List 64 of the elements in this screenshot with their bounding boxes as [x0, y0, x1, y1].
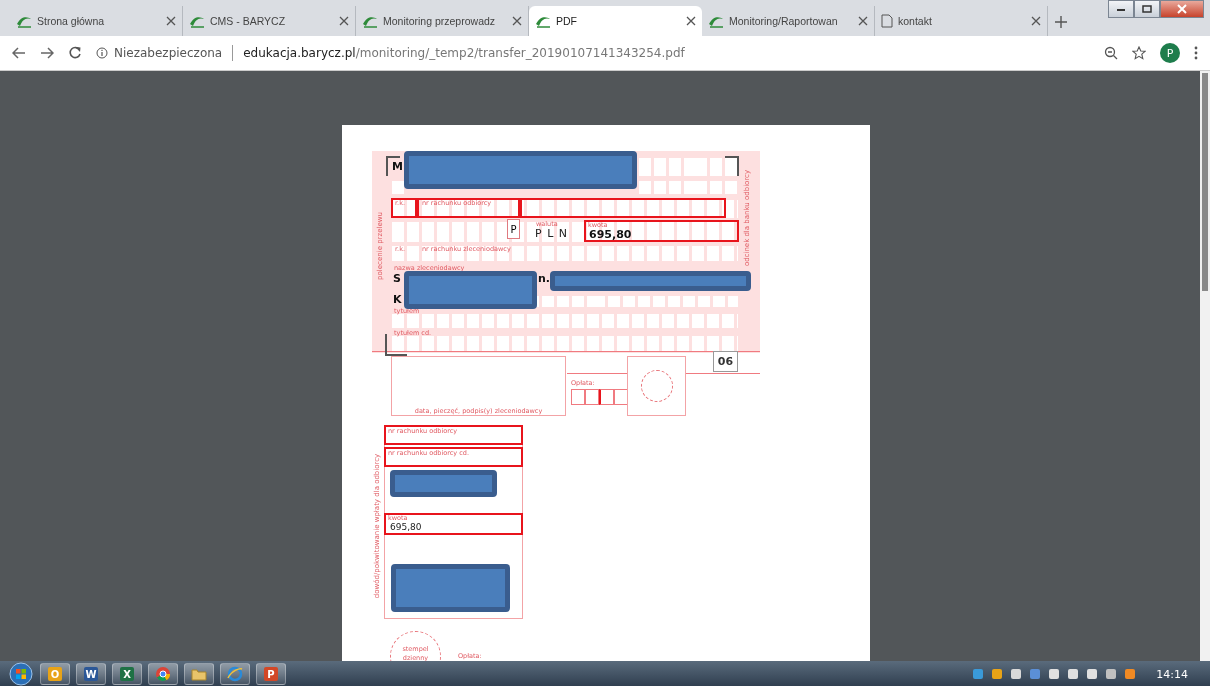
close-icon[interactable] — [686, 16, 696, 26]
back-arrow-icon[interactable] — [12, 47, 26, 59]
tray-icon[interactable] — [1029, 668, 1042, 680]
security-label: Niezabezpieczona — [114, 46, 223, 60]
swoosh-favicon-icon — [362, 14, 378, 28]
close-icon[interactable] — [512, 16, 522, 26]
tray-icon[interactable] — [1124, 668, 1137, 680]
form-code: 06 — [713, 351, 738, 372]
chrome-logo-icon — [155, 666, 171, 682]
tray-icon[interactable] — [972, 668, 985, 680]
minimize-button[interactable] — [1108, 0, 1134, 18]
close-icon[interactable] — [166, 16, 176, 26]
document-icon — [881, 14, 893, 28]
corner-mark — [386, 156, 400, 176]
taskbar-app-button[interactable]: W — [76, 663, 106, 685]
form-field: P — [507, 219, 520, 239]
name-text: M — [392, 161, 403, 172]
amount-text: 695,80 — [390, 522, 422, 532]
amount-text: 695,80 — [589, 229, 632, 240]
new-tab-icon[interactable] — [1054, 15, 1068, 29]
clock-text: 14:14 — [1156, 667, 1188, 681]
maximize-button[interactable] — [1134, 0, 1160, 18]
swoosh-favicon-icon — [535, 14, 551, 28]
swoosh-favicon-icon — [16, 14, 32, 28]
close-icon[interactable] — [858, 16, 868, 26]
minimize-icon — [1116, 6, 1126, 12]
close-icon[interactable] — [339, 16, 349, 26]
zoom-icon[interactable] — [1104, 46, 1118, 60]
forward-arrow-icon[interactable] — [40, 47, 54, 59]
tray-icon[interactable] — [991, 668, 1004, 680]
taskbar-app-button[interactable] — [184, 663, 214, 685]
tray-icon[interactable] — [1010, 668, 1023, 680]
corner-mark — [725, 156, 739, 176]
swoosh-favicon-icon — [189, 14, 205, 28]
tray-icon[interactable] — [1105, 668, 1118, 680]
profile-avatar[interactable]: P — [1160, 43, 1180, 63]
address-field[interactable]: edukacja.barycz.pl/monitoring/_temp2/transfer_20190107141343254.pdf — [243, 46, 685, 60]
folder-icon — [191, 667, 207, 681]
maximize-icon — [1142, 5, 1152, 13]
taskbar-app-button[interactable] — [220, 663, 250, 685]
swoosh-favicon-icon — [708, 14, 724, 28]
currency-text: P L N — [535, 227, 568, 240]
browser-tab[interactable]: PDF — [529, 6, 702, 36]
name-text: n. — [538, 273, 550, 284]
close-icon — [1177, 4, 1187, 14]
scrollbar[interactable] — [1200, 71, 1210, 661]
taskbar-app-button[interactable] — [148, 663, 178, 685]
input-cells — [392, 181, 404, 194]
stamp-box — [627, 356, 686, 416]
star-icon[interactable] — [1132, 46, 1146, 60]
tray-icon[interactable] — [1086, 668, 1099, 680]
menu-icon[interactable] — [1194, 46, 1198, 60]
info-icon[interactable] — [96, 47, 108, 59]
name-text: S — [393, 273, 401, 284]
reload-icon[interactable] — [68, 46, 82, 60]
globe-e-icon — [227, 666, 243, 682]
tray-icon[interactable] — [1067, 668, 1080, 680]
address-text: K — [393, 294, 402, 305]
taskbar-app-button[interactable]: X — [112, 663, 142, 685]
tray-icon[interactable] — [1048, 668, 1061, 680]
start-orb-icon[interactable] — [8, 662, 34, 686]
taskbar-app-button[interactable]: P — [256, 663, 286, 685]
close-icon[interactable] — [1031, 16, 1041, 26]
close-window-button[interactable] — [1160, 0, 1204, 18]
